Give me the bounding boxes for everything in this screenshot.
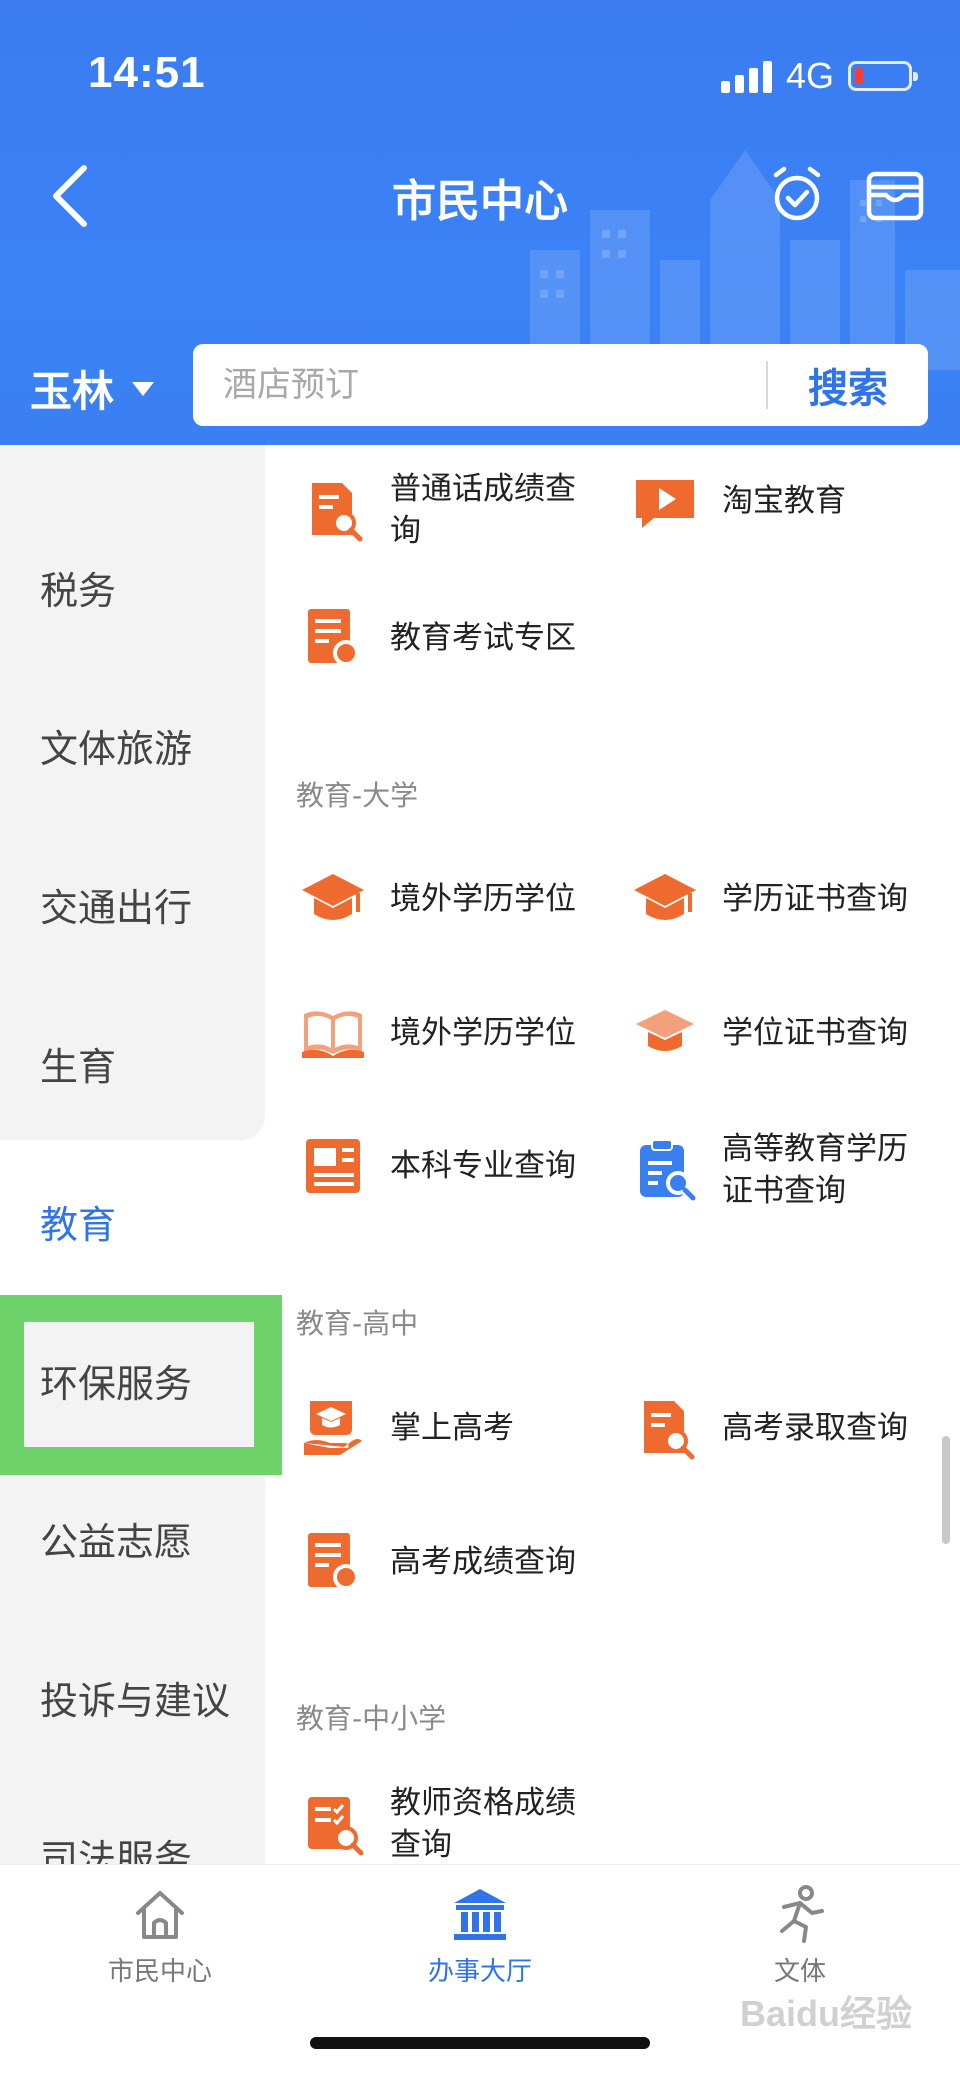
clipboard-search-icon xyxy=(640,1139,696,1201)
battery-icon xyxy=(848,61,918,91)
checklist-search-icon xyxy=(308,1797,364,1856)
city-selector[interactable]: 玉林 xyxy=(30,358,155,419)
service-gaokao-app[interactable]: 掌上高考 xyxy=(300,1395,590,1461)
network-type: 4G xyxy=(785,55,834,96)
service-overseas-degree-2[interactable]: 境外学历学位 xyxy=(300,1000,590,1066)
graduation-cap-icon xyxy=(302,874,364,920)
service-exam-zone[interactable]: 教育考试专区 xyxy=(300,605,590,671)
service-label: 淘宝教育 xyxy=(722,483,846,519)
service-label: 掌上高考 xyxy=(390,1410,514,1446)
status-time: 14:51 xyxy=(88,48,206,97)
city-name: 玉林 xyxy=(30,367,115,416)
sidebar-item-culture-tourism[interactable]: 文体旅游 xyxy=(40,718,192,773)
baidu-watermark: Baidu经验 xyxy=(740,1993,913,2034)
section-label-high-school: 教育-高中 xyxy=(296,1307,419,1340)
service-label: 高考成绩查询 xyxy=(390,1544,576,1580)
service-higher-edu-certificate[interactable]: 高等教育学历证书查询 xyxy=(632,1128,922,1212)
sidebar-item-birth[interactable]: 生育 xyxy=(40,1036,116,1091)
sidebar-item-judicial[interactable]: 司法服务 xyxy=(40,1828,192,1864)
service-major-query[interactable]: 本科专业查询 xyxy=(300,1133,590,1199)
card-holder-icon[interactable] xyxy=(866,168,924,222)
service-label: 境外学历学位 xyxy=(390,881,576,917)
sidebar-item-transport[interactable]: 交通出行 xyxy=(40,877,192,932)
document-search-icon xyxy=(312,483,363,542)
tab-service-hall[interactable]: 办事大厅 xyxy=(380,1885,580,1988)
sidebar-item-tax[interactable]: 税务 xyxy=(40,560,116,615)
service-label: 本科专业查询 xyxy=(390,1148,576,1184)
search-bar: 搜索 xyxy=(193,344,928,426)
runner-icon xyxy=(780,1885,824,1943)
hand-graduation-icon xyxy=(304,1401,362,1455)
tab-culture-sports[interactable]: 文体 xyxy=(700,1885,900,1988)
search-input[interactable] xyxy=(193,344,766,426)
service-label: 学历证书查询 xyxy=(722,881,908,917)
service-teacher-qualification[interactable]: 教师资格成绩查询 xyxy=(300,1782,590,1866)
tab-label: 文体 xyxy=(773,1957,826,1987)
service-degree-query[interactable]: 学位证书查询 xyxy=(632,1000,922,1066)
sidebar-item-volunteer[interactable]: 公益志愿 xyxy=(40,1511,192,1566)
service-taobao-education[interactable]: 淘宝教育 xyxy=(632,468,922,534)
home-icon xyxy=(136,1891,184,1939)
document-search-icon xyxy=(308,1533,359,1590)
section-label-primary-secondary: 教育-中小学 xyxy=(296,1702,447,1735)
graduation-cap-icon xyxy=(634,874,696,920)
alarm-clock-icon[interactable] xyxy=(768,165,826,223)
tab-citizen-center[interactable]: 市民中心 xyxy=(60,1885,260,1988)
caret-down-icon xyxy=(132,381,155,396)
service-gaokao-score[interactable]: 高考成绩查询 xyxy=(300,1529,590,1595)
search-button[interactable]: 搜索 xyxy=(768,356,928,414)
document-search-icon xyxy=(308,609,359,666)
section-label-university: 教育-大学 xyxy=(296,779,419,812)
document-search-icon xyxy=(644,1401,695,1460)
service-label: 教师资格成绩查询 xyxy=(390,1785,576,1863)
signal-icon xyxy=(720,59,772,93)
service-mandarin-score[interactable]: 普通话成绩查询 xyxy=(300,468,590,552)
content-scrollbar[interactable] xyxy=(942,1436,950,1544)
bank-building-icon xyxy=(454,1889,506,1940)
open-book-icon xyxy=(302,1011,364,1058)
sidebar-item-environment[interactable]: 环保服务 xyxy=(40,1353,192,1408)
service-label: 境外学历学位 xyxy=(390,1015,576,1051)
service-diploma-query[interactable]: 学历证书查询 xyxy=(632,866,922,932)
home-indicator[interactable] xyxy=(310,2037,650,2049)
service-label: 高考录取查询 xyxy=(722,1410,908,1446)
service-label: 教育考试专区 xyxy=(390,620,576,656)
service-overseas-degree[interactable]: 境外学历学位 xyxy=(300,866,590,932)
sidebar-item-complaints[interactable]: 投诉与建议 xyxy=(40,1670,230,1725)
newspaper-icon xyxy=(306,1139,360,1193)
graduation-cap-icon xyxy=(636,1010,694,1051)
tab-label: 市民中心 xyxy=(107,1957,212,1987)
video-play-icon xyxy=(636,480,694,528)
service-label: 高等教育学历证书查询 xyxy=(722,1131,908,1209)
sidebar-item-education[interactable]: 教育 xyxy=(40,1194,116,1249)
tab-label: 办事大厅 xyxy=(427,1957,532,1987)
service-gaokao-admission[interactable]: 高考录取查询 xyxy=(632,1395,922,1461)
status-indicators: 4G xyxy=(720,52,918,100)
service-label: 普通话成绩查询 xyxy=(390,471,576,549)
service-label: 学位证书查询 xyxy=(722,1015,908,1051)
app-header: 14:51 4G 市民中心 玉林 搜索 xyxy=(0,0,960,445)
